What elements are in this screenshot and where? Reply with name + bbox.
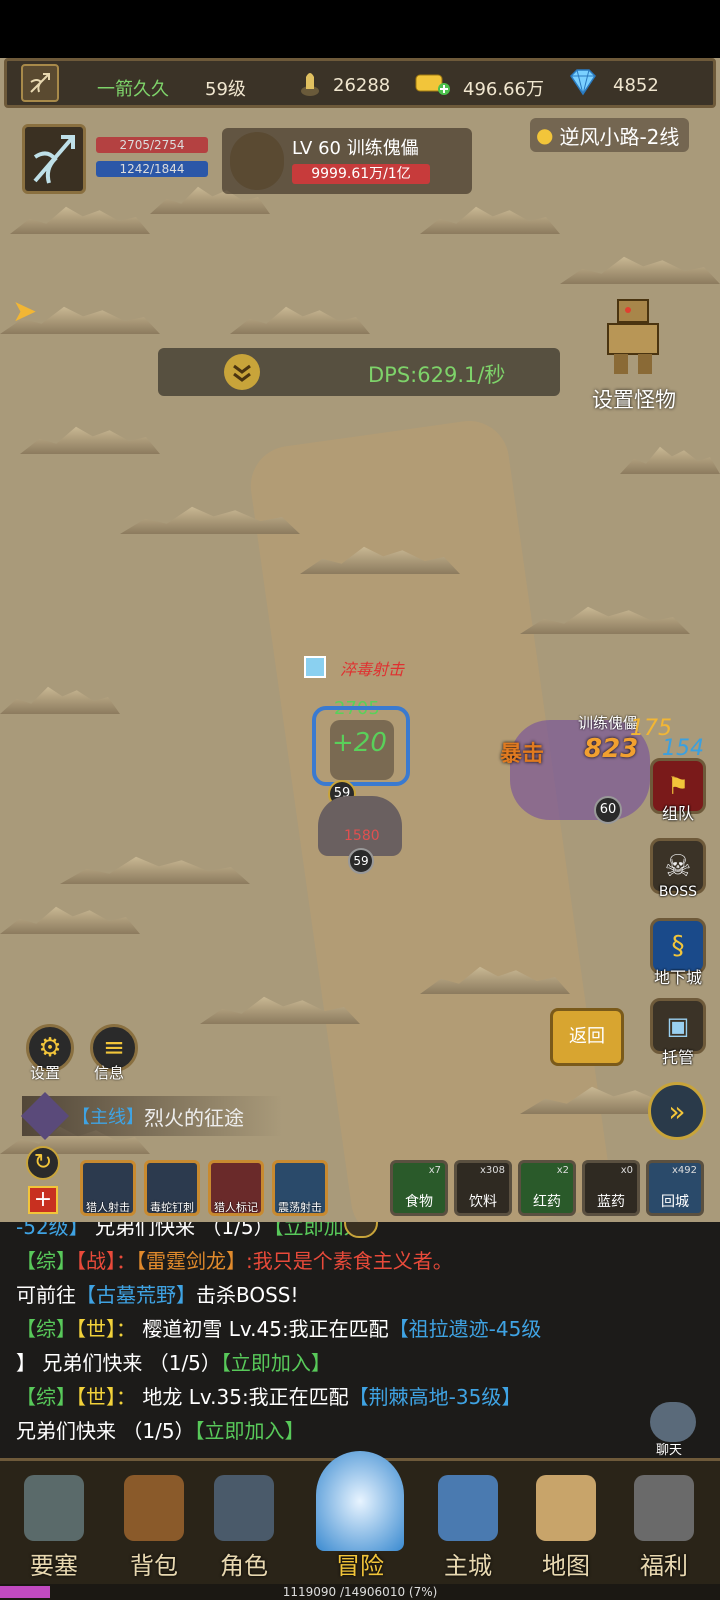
info-label: 信息 bbox=[94, 1064, 125, 1082]
helmet-icon bbox=[214, 1475, 274, 1541]
mountain bbox=[420, 206, 560, 234]
cast-skill-name: 淬毒射击 bbox=[340, 660, 405, 679]
mountain bbox=[560, 256, 720, 284]
nav-fortress[interactable]: 要塞 bbox=[8, 1461, 100, 1589]
castle-icon bbox=[438, 1475, 498, 1541]
quest-tag: 【主线】 bbox=[72, 1107, 144, 1128]
nav-bag[interactable]: 背包 bbox=[108, 1461, 200, 1589]
dps-value: DPS:629.1/秒 bbox=[368, 363, 506, 387]
gold-amount: 496.66万 bbox=[463, 79, 544, 100]
question-icon bbox=[20, 1091, 70, 1141]
heal-number: +20 bbox=[332, 728, 387, 758]
location-label[interactable]: ● 逆风小路-2线 bbox=[530, 118, 690, 152]
golem-portrait-icon bbox=[230, 132, 284, 190]
chat-line: 【综】【世】： 地龙 Lv.35:我正在匹配【荆棘高地-35级】 bbox=[16, 1385, 522, 1409]
nav-character[interactable]: 角色 bbox=[198, 1461, 290, 1589]
nav-main-city[interactable]: 主城 bbox=[422, 1461, 514, 1589]
portal-icon bbox=[316, 1451, 404, 1551]
chat-line: 】 兄弟们快来 （1/5）【立即加入】 bbox=[16, 1351, 331, 1375]
diamond-icon[interactable] bbox=[563, 67, 603, 97]
return-button[interactable]: 返回 bbox=[550, 1008, 624, 1066]
top-status-bar: 一箭久久 59级 26288 496.66万 4852 bbox=[4, 58, 716, 108]
bottom-nav: 要塞 背包 角色 冒险 主城 地图 福利 bbox=[0, 1451, 720, 1589]
map-pin-icon: ● bbox=[536, 123, 554, 147]
pet-level-badge: 59 bbox=[348, 848, 374, 874]
crit-label: 暴击 bbox=[500, 742, 545, 767]
pet-sprite[interactable] bbox=[318, 796, 402, 856]
mountain bbox=[620, 446, 720, 474]
skull-icon: ☠ bbox=[664, 848, 692, 884]
player-mp-bar: 1242/1844 bbox=[96, 161, 208, 177]
item-return-scroll[interactable]: x492 回城 bbox=[646, 1160, 704, 1216]
list-icon: ≡ bbox=[103, 1033, 125, 1063]
nav-adventure[interactable]: 冒险 bbox=[300, 1431, 420, 1589]
quest-tracker[interactable]: 【主线】 烈火的征途 bbox=[20, 1091, 282, 1141]
mountain bbox=[60, 856, 250, 884]
team-banner-icon: ⚑ bbox=[667, 772, 689, 800]
fortress-icon bbox=[24, 1475, 84, 1541]
mountain bbox=[520, 606, 690, 634]
team-label: 组队 bbox=[661, 804, 694, 823]
skill-slot-4[interactable]: 震荡射击 bbox=[272, 1160, 328, 1216]
settings-label: 设置 bbox=[30, 1064, 61, 1082]
item-blue-potion[interactable]: x0 蓝药 bbox=[582, 1160, 640, 1216]
skill-slot-3[interactable]: 猎人标记 bbox=[208, 1160, 264, 1216]
xp-text: 1119090 /14906010 (7%) bbox=[282, 1585, 438, 1599]
arrow-expand-icon[interactable]: ➤ bbox=[12, 294, 37, 329]
refresh-icon[interactable]: ↻ bbox=[26, 1146, 60, 1180]
dungeon-label: 地下城 bbox=[653, 968, 702, 987]
class-bow-icon[interactable] bbox=[21, 64, 59, 102]
mountain bbox=[230, 306, 370, 334]
fast-forward-icon: » bbox=[668, 1094, 686, 1128]
gold-coins-icon[interactable] bbox=[413, 68, 453, 98]
target-hp-bar: 9999.61万/1亿 bbox=[292, 164, 430, 184]
scroll-map-icon bbox=[536, 1475, 596, 1541]
item-food[interactable]: x7 食物 bbox=[390, 1160, 448, 1216]
chat-panel[interactable]: -52级】 兄弟们快来 （1/5）【立即加入】 【综】【战】：【雷霆剑龙】:我只… bbox=[0, 1222, 720, 1458]
player-avatar[interactable] bbox=[22, 124, 86, 194]
target-info: LV 60 训练傀儡 9999.61万/1亿 bbox=[222, 128, 472, 194]
mountain bbox=[10, 206, 150, 234]
skill-slot-2[interactable]: 毒蛇钉刺 bbox=[144, 1160, 200, 1216]
boss-label: BOSS bbox=[658, 884, 698, 900]
bullet-icon bbox=[297, 69, 323, 97]
stat-value: 26288 bbox=[333, 75, 391, 96]
fast-forward-button[interactable]: » bbox=[648, 1082, 706, 1140]
add-skill-icon[interactable]: + bbox=[28, 1186, 58, 1214]
backpack-icon bbox=[124, 1475, 184, 1541]
gear-icon: ⚙ bbox=[38, 1033, 62, 1063]
player-level: 59级 bbox=[205, 79, 246, 100]
enemy-level-badge: 60 bbox=[594, 796, 622, 824]
nav-welfare[interactable]: 福利 bbox=[618, 1461, 710, 1589]
chat-line: 可前往【古墓荒野】击杀BOSS! bbox=[16, 1283, 299, 1307]
collapse-chevron-icon[interactable] bbox=[224, 354, 260, 390]
golem-monster-icon[interactable] bbox=[600, 296, 666, 378]
player-hp-bar: 2705/2754 bbox=[96, 137, 208, 153]
set-monster-label[interactable]: 设置怪物 bbox=[592, 384, 676, 414]
chat-button-label: 聊天 bbox=[656, 1443, 683, 1458]
chat-line: 【综】【世】： 樱道初雪 Lv.45:我正在匹配【祖拉遗迹-45级 bbox=[16, 1317, 542, 1341]
chat-line: 【综】【战】：【雷霆剑龙】:我只是个素食主义者。 bbox=[16, 1249, 453, 1273]
pet-hp-text: 1580 bbox=[344, 828, 380, 844]
xp-bar: 1119090 /14906010 (7%) bbox=[0, 1584, 720, 1600]
nav-map[interactable]: 地图 bbox=[520, 1461, 612, 1589]
status-strip bbox=[0, 0, 720, 58]
item-red-potion[interactable]: x2 红药 bbox=[518, 1160, 576, 1216]
item-drink[interactable]: x308 饮料 bbox=[454, 1160, 512, 1216]
mountain bbox=[20, 426, 160, 454]
quest-title: 烈火的征途 bbox=[144, 1105, 244, 1130]
player-name: 一箭久久 bbox=[97, 79, 169, 100]
swirl-icon: § bbox=[671, 931, 685, 961]
auto-label: 托管 bbox=[661, 1048, 694, 1067]
target-name: LV 60 训练傀儡 bbox=[292, 138, 419, 159]
mountain bbox=[0, 906, 140, 934]
monitor-icon: ▣ bbox=[666, 1012, 690, 1040]
enemy-name: 训练傀儡 bbox=[578, 714, 639, 732]
skill-slot-1[interactable]: 猎人射击 bbox=[80, 1160, 136, 1216]
dps-panel: DPS:629.1/秒 bbox=[158, 348, 560, 396]
skill-buff-icon bbox=[304, 656, 326, 678]
diamond-amount: 4852 bbox=[613, 75, 659, 96]
mountain bbox=[0, 686, 120, 714]
gift-bag-icon bbox=[634, 1475, 694, 1541]
